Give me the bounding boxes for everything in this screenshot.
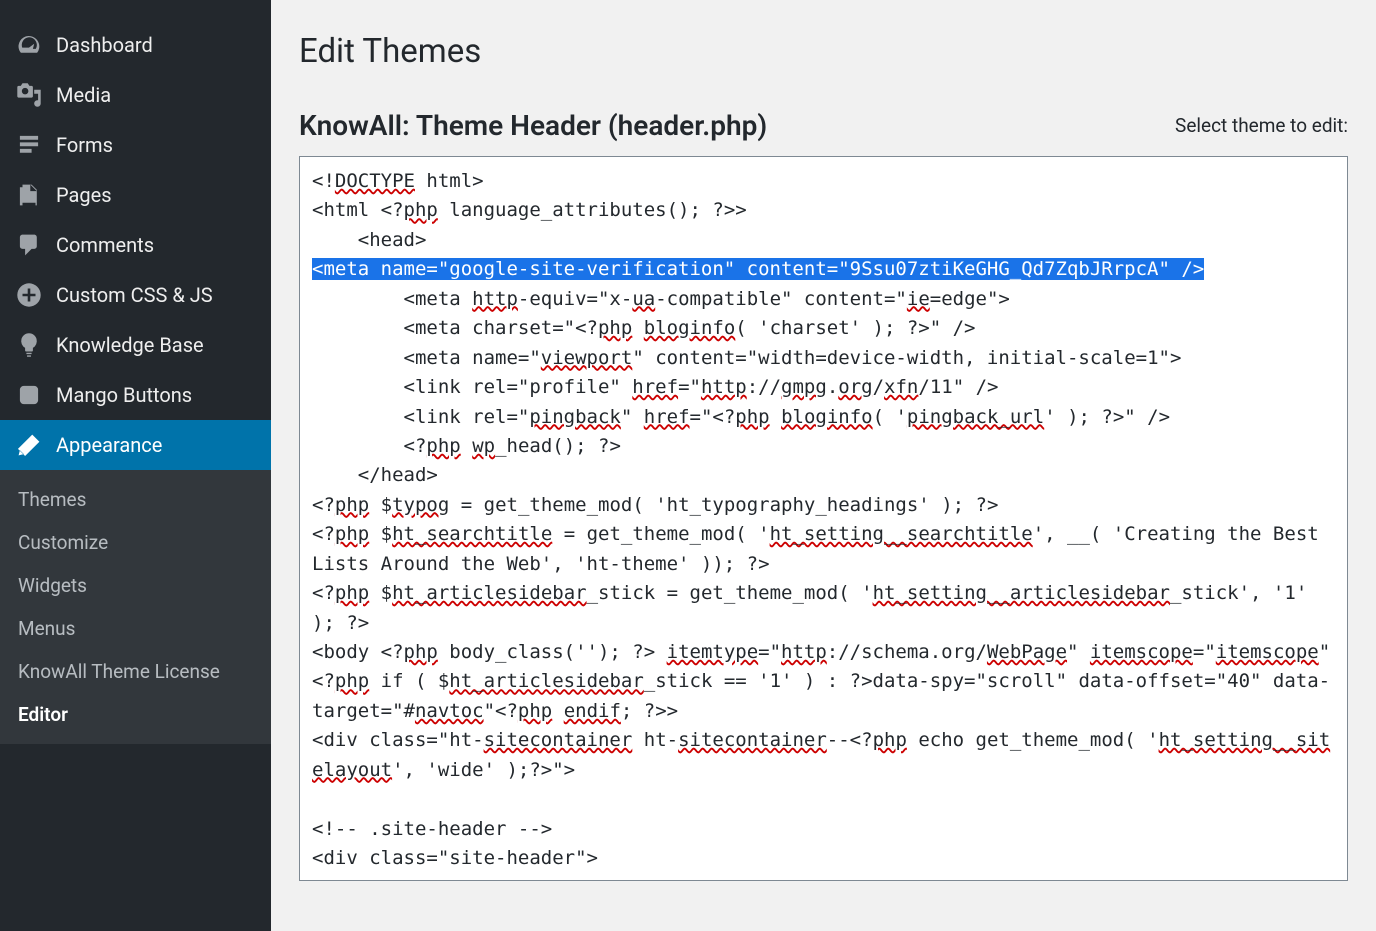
select-theme-label: Select theme to edit: <box>1175 114 1348 137</box>
sidebar-item-label: Comments <box>56 233 154 257</box>
appearance-submenu: ThemesCustomizeWidgetsMenusKnowAll Theme… <box>0 470 271 744</box>
file-heading: KnowAll: Theme Header (header.php) <box>299 109 767 142</box>
submenu-item-editor[interactable]: Editor <box>0 693 271 736</box>
sidebar-item-label: Media <box>56 83 111 107</box>
sidebar-item-label: Forms <box>56 133 113 157</box>
sidebar-item-label: Pages <box>56 183 112 207</box>
sidebar-item-label: Mango Buttons <box>56 383 192 407</box>
sidebar-item-label: Dashboard <box>56 33 153 57</box>
sidebar-item-dashboard[interactable]: Dashboard <box>0 20 271 70</box>
sidebar-item-kb[interactable]: Knowledge Base <box>0 320 271 370</box>
sidebar-item-customcss[interactable]: Custom CSS & JS <box>0 270 271 320</box>
admin-sidebar: Dashboard Media Forms Pages Comments Custom C… <box>0 0 271 931</box>
sidebar-item-label: Knowledge Base <box>56 333 204 357</box>
sidebar-item-comments[interactable]: Comments <box>0 220 271 270</box>
sidebar-item-forms[interactable]: Forms <box>0 120 271 170</box>
plus-circle-icon <box>16 282 42 308</box>
comments-icon <box>16 232 42 258</box>
brush-icon <box>16 432 42 458</box>
dashboard-icon <box>16 32 42 58</box>
sidebar-item-label: Custom CSS & JS <box>56 283 213 307</box>
sidebar-item-media[interactable]: Media <box>0 70 271 120</box>
sidebar-item-appearance[interactable]: Appearance <box>0 420 271 470</box>
submenu-item-widgets[interactable]: Widgets <box>0 564 271 607</box>
sidebar-item-label: Appearance <box>56 433 162 457</box>
submenu-item-menus[interactable]: Menus <box>0 607 271 650</box>
submenu-item-themes[interactable]: Themes <box>0 478 271 521</box>
media-icon <box>16 82 42 108</box>
submenu-item-license[interactable]: KnowAll Theme License <box>0 650 271 693</box>
forms-icon <box>16 132 42 158</box>
page-title: Edit Themes <box>299 32 1348 71</box>
code-editor-box: <!DOCTYPE html> <html <?php language_att… <box>299 156 1348 881</box>
mango-icon <box>16 382 42 408</box>
code-editor[interactable]: <!DOCTYPE html> <html <?php language_att… <box>300 157 1347 880</box>
sidebar-item-mango[interactable]: Mango Buttons <box>0 370 271 420</box>
sidebar-item-pages[interactable]: Pages <box>0 170 271 220</box>
main-content: Edit Themes KnowAll: Theme Header (heade… <box>271 0 1376 931</box>
lightbulb-icon <box>16 332 42 358</box>
pages-icon <box>16 182 42 208</box>
selected-meta-tag: <meta name="google-site-verification" co… <box>312 258 1204 280</box>
submenu-item-customize[interactable]: Customize <box>0 521 271 564</box>
